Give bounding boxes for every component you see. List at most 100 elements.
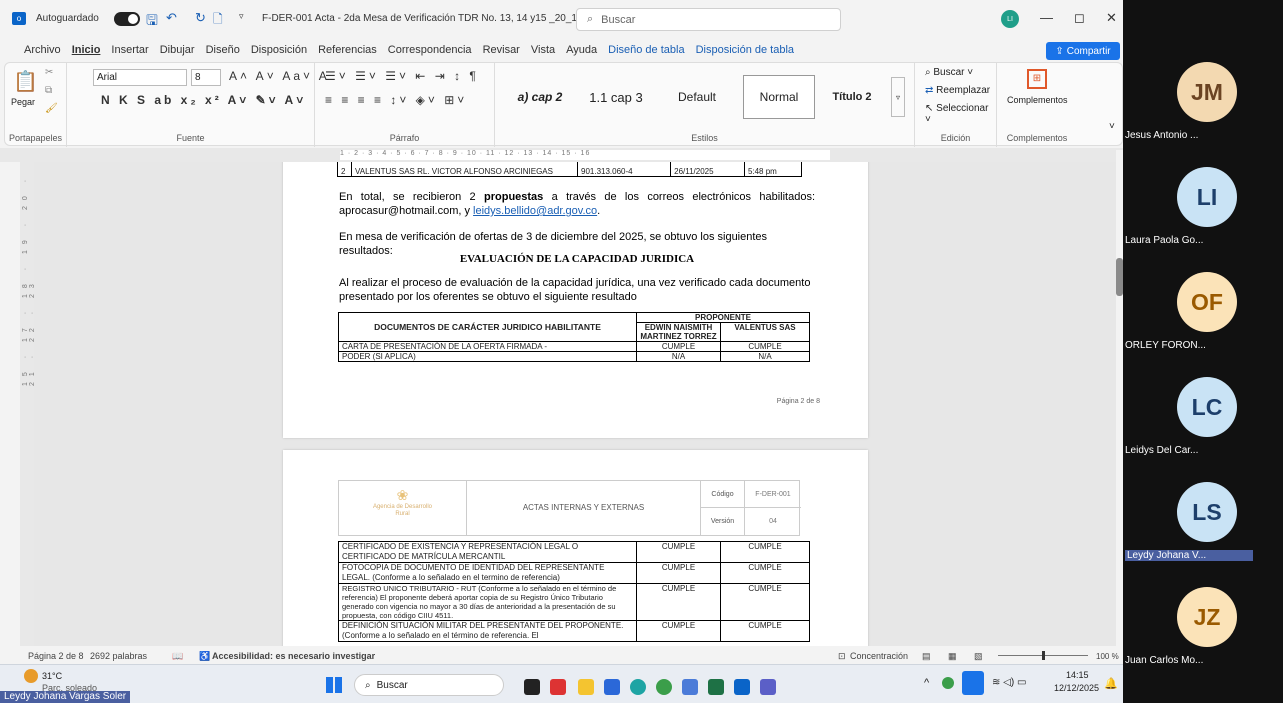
page-count[interactable]: Página 2 de 8 (28, 651, 84, 661)
participant-tile[interactable]: JM Jesus Antonio ... (1123, 50, 1283, 160)
vertical-ruler[interactable]: 15 · 17 · 18 · 19 · 20 · 21 · 22 · 23 (20, 162, 36, 646)
microphone-icon[interactable] (962, 671, 984, 695)
menu-revisar[interactable]: Revisar (483, 44, 520, 56)
menu-vista[interactable]: Vista (531, 44, 555, 56)
menu-ayuda[interactable]: Ayuda (566, 44, 597, 56)
share-button[interactable]: ⇪ Compartir (1046, 42, 1120, 60)
document-title[interactable]: F-DER-001 Acta - 2da Mesa de Verificació… (262, 13, 611, 24)
autosave-toggle[interactable] (114, 12, 140, 26)
scrollbar-thumb[interactable] (1116, 258, 1123, 296)
label-estilos: Estilos (691, 133, 718, 143)
outlook-icon[interactable]: o (12, 12, 26, 25)
menu-inicio[interactable]: Inicio (72, 44, 101, 56)
security-icon[interactable] (682, 679, 698, 695)
folder-icon[interactable] (578, 679, 594, 695)
style-normal[interactable]: Normal (743, 75, 815, 119)
chrome-tray-icon[interactable] (942, 677, 954, 689)
document-area[interactable]: 2 VALENTUS SAS RL. VICTOR ALFONSO ARCINI… (34, 162, 1116, 646)
styles-more-icon[interactable]: ▿ (891, 77, 905, 117)
style-default[interactable]: Default (657, 75, 737, 119)
minimize-icon[interactable]: — (1040, 10, 1053, 25)
font-size-select[interactable]: 8 (191, 69, 221, 86)
menu-disposicion[interactable]: Disposición (251, 44, 307, 56)
participant-tile[interactable]: OF ORLEY FORON... (1123, 260, 1283, 370)
ribbon-collapse-icon[interactable]: ˅ (1109, 121, 1115, 132)
weather-temp[interactable]: 31°C (42, 671, 62, 681)
close-icon[interactable]: ✕ (1106, 10, 1117, 26)
app-icon[interactable] (550, 679, 566, 695)
table-row: PODER (SI APLICA) N/A N/A (338, 351, 810, 362)
align-icons[interactable]: ≡ ≡ ≡ ≡ ↕˅ ◈˅ ⊞˅ (325, 93, 467, 107)
excel-icon[interactable] (708, 679, 724, 695)
search-input[interactable]: ⌕ Buscar (576, 8, 841, 31)
replace-button[interactable]: ⇄ Reemplazar (925, 85, 990, 96)
redo-icon[interactable]: ↻ (195, 10, 206, 26)
app-icon[interactable] (524, 679, 540, 695)
vertical-scrollbar[interactable] (1116, 150, 1123, 646)
menu-correspondencia[interactable]: Correspondencia (388, 44, 472, 56)
participant-tile[interactable]: LI Laura Paola Go... (1123, 155, 1283, 265)
page-2[interactable]: 2 VALENTUS SAS RL. VICTOR ALFONSO ARCINI… (283, 162, 868, 438)
clock-date[interactable]: 12/12/2025 (1054, 683, 1099, 693)
restore-icon[interactable]: ◻ (1074, 10, 1085, 26)
font-name-select[interactable]: Arial (93, 69, 187, 86)
paste-button[interactable]: Pegar (11, 97, 35, 107)
select-button[interactable]: ↖ Seleccionar ˅ (925, 103, 996, 125)
style-cap2[interactable]: a) cap 2 (505, 75, 575, 119)
chrome-icon[interactable] (656, 679, 672, 695)
addins-icon[interactable]: ⊞ (1027, 69, 1047, 89)
proofing-icon[interactable]: 📖 (172, 651, 183, 662)
email-link[interactable]: leidys.bellido@adr.gov.co (473, 205, 597, 217)
customize-qat-icon[interactable]: ▿ (239, 11, 244, 22)
web-layout-icon[interactable]: ▧ (974, 651, 983, 662)
version-label: Versión (701, 508, 745, 535)
participant-tile[interactable]: LS Leydy Johana V... (1123, 470, 1283, 580)
start-icon[interactable] (326, 677, 342, 693)
save-icon[interactable]: 🖫 (146, 10, 158, 34)
menu-diseno[interactable]: Diseño (206, 44, 240, 56)
menu-dibujar[interactable]: Dibujar (160, 44, 195, 56)
style-titulo2[interactable]: Título 2 (821, 75, 883, 119)
codigo-value: F-DER-001 (745, 481, 801, 508)
read-mode-icon[interactable]: ▤ (922, 651, 931, 662)
participant-tile[interactable]: LC Leidys Del Car... (1123, 365, 1283, 475)
menu-archivo[interactable]: Archivo (24, 44, 61, 56)
taskbar-search[interactable]: ⌕ Buscar (354, 674, 504, 696)
menu-disposicion-tabla[interactable]: Disposición de tabla (696, 44, 794, 56)
store-icon[interactable] (604, 679, 620, 695)
zoom-slider-thumb[interactable] (1042, 651, 1045, 660)
weather-icon[interactable] (24, 669, 38, 683)
accessibility-status[interactable]: Accesibilidad: es necesario investigar (212, 651, 375, 661)
paste-icon[interactable]: 📋 (13, 69, 38, 94)
menu-referencias[interactable]: Referencias (318, 44, 377, 56)
new-doc-icon[interactable]: 🗋 (213, 10, 223, 31)
undo-icon[interactable]: ↶ (166, 10, 177, 26)
page-3[interactable]: ❀ Agencia de Desarrollo Rural ACTAS INTE… (283, 450, 868, 646)
addins-button[interactable]: Complementos (1007, 95, 1068, 105)
menu-insertar[interactable]: Insertar (111, 44, 148, 56)
wifi-volume-battery-icons[interactable]: ≋ ◁) ▭ (992, 677, 1026, 688)
notification-icon[interactable]: 🔔 (1104, 677, 1118, 690)
word-count[interactable]: 2692 palabras (90, 651, 147, 661)
account-avatar[interactable]: LI (1001, 10, 1019, 28)
cut-icon[interactable]: ✂ (45, 67, 53, 78)
find-button[interactable]: ⌕ Buscar ˅ (925, 67, 973, 78)
font-style-icons[interactable]: N K S ab x₂ x² A˅ ✎˅ A˅ (101, 93, 306, 107)
clock-time[interactable]: 14:15 (1066, 670, 1089, 680)
style-cap3[interactable]: 1.1 cap 3 (579, 75, 653, 119)
edge-icon[interactable] (630, 679, 646, 695)
participant-tile[interactable]: JZ Juan Carlos Mo... (1123, 575, 1283, 685)
format-painter-icon[interactable]: 🖌 (45, 103, 58, 114)
print-layout-icon[interactable]: ▦ (948, 651, 957, 662)
focus-mode[interactable]: Concentración (850, 651, 908, 661)
outlook-icon[interactable] (734, 679, 750, 695)
tray-chevron-icon[interactable]: ^ (924, 677, 929, 689)
copy-icon[interactable]: ⧉ (45, 85, 52, 96)
horizontal-ruler[interactable]: 1 · 2 · 3 · 4 · 5 · 6 · 7 · 8 · 9 · 10 ·… (0, 148, 1123, 162)
label-edicion: Edición (940, 133, 971, 143)
teams-icon[interactable] (760, 679, 776, 695)
zoom-level[interactable]: 100 % (1096, 652, 1119, 661)
menu-diseno-tabla[interactable]: Diseño de tabla (608, 44, 684, 56)
list-icons[interactable]: ☰˅ ☰˅ ☰˅ ⇤ ⇥ ↕ ¶ (325, 69, 479, 83)
select-icon: ↖ (925, 103, 934, 114)
